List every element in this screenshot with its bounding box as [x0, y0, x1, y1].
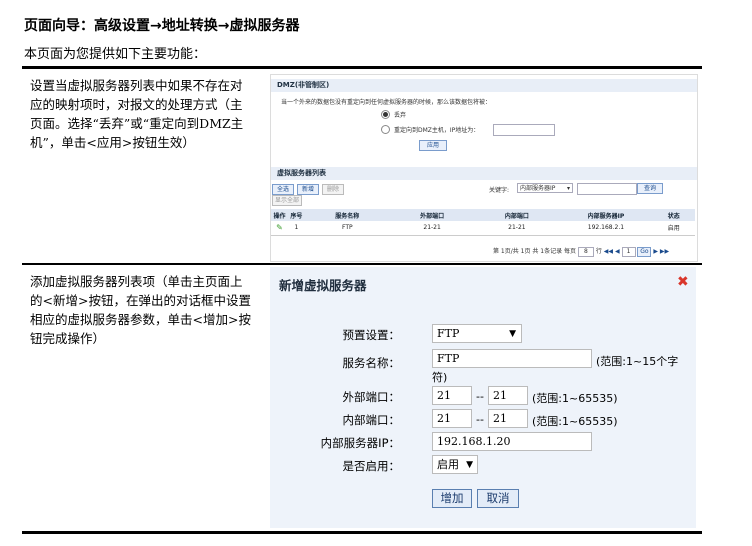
ext-port-hint: (范围:1~65535): [532, 392, 618, 405]
cell-index: 1: [294, 223, 299, 231]
edit-icon[interactable]: ✎: [271, 221, 288, 233]
cell-int-port: 21-21: [508, 223, 526, 231]
radio-drop[interactable]: [381, 110, 390, 119]
ext-port-separator: --: [476, 390, 484, 403]
col-ext-port: 外部端口: [389, 209, 475, 221]
add-button[interactable]: 新增: [297, 184, 319, 195]
select-all-button[interactable]: 全选: [272, 184, 294, 195]
enable-select-value: 启用: [437, 458, 459, 471]
pager: 第 1页/共 1页 共 1条记录 每页 8 行 ◀◀ ◀ 1 Go ▶ ▶▶: [493, 246, 669, 257]
add-server-dialog: 新增虚拟服务器 ✖ 预置设置： FTP ▼ 服务名称： FTP (范围:1~15…: [270, 267, 696, 528]
dmz-settings-panel: DMZ(非管制区) 当一个外来的数据包没有重定向到任何虚拟服务器的时候，那么该数…: [270, 74, 698, 262]
prev-page-icon[interactable]: ◀: [615, 248, 620, 255]
table-bottom-border: [271, 235, 695, 236]
server-ip-input[interactable]: 192.168.1.20: [432, 432, 592, 451]
page-number-input[interactable]: 1: [621, 247, 636, 257]
service-name-hint: (范围:1~15个字: [596, 355, 679, 368]
cancel-button[interactable]: 取消: [477, 489, 519, 508]
page-title: 页面向导：高级设置→地址转换→虚拟服务器: [24, 18, 300, 34]
row2-description: 添加虚拟服务器列表项（单击主页面上的<新增>按钮，在弹出的对话框中设置相应的虚拟…: [30, 274, 251, 346]
int-port-from-input[interactable]: 21: [432, 409, 472, 428]
next-page-icon[interactable]: ▶: [653, 248, 658, 255]
service-name-hint-wrap: 符): [432, 371, 448, 384]
add-submit-button[interactable]: 增加: [432, 489, 472, 508]
keyword-label: 关键字:: [489, 187, 510, 194]
preset-select[interactable]: FTP ▼: [432, 324, 522, 343]
col-action: 操作: [271, 209, 288, 221]
enable-select[interactable]: 启用 ▼: [432, 455, 478, 474]
list-section-title: 虚拟服务器列表: [271, 167, 697, 180]
delete-button[interactable]: 删除: [322, 184, 344, 195]
int-port-hint: (范围:1~65535): [532, 415, 618, 428]
chevron-down-icon: ▼: [509, 329, 516, 339]
preset-select-value: FTP: [437, 327, 460, 340]
cell-name: FTP: [341, 223, 353, 231]
row-divider: [22, 263, 702, 265]
go-button[interactable]: Go: [637, 247, 652, 257]
keyword-select[interactable]: 内部服务器IP ▾: [517, 183, 573, 193]
dmz-section-title: DMZ(非管制区): [271, 79, 697, 92]
service-name-input[interactable]: FTP: [432, 349, 592, 368]
int-port-label: 内部端口：: [342, 413, 401, 427]
cell-ext-port: 21-21: [423, 223, 441, 231]
dmz-description: 当一个外来的数据包没有重定向到任何虚拟服务器的时候，那么该数据包将被：: [281, 99, 492, 106]
dmz-ip-input[interactable]: [493, 124, 555, 136]
cell-status: 启用: [667, 224, 680, 232]
top-divider: [22, 66, 702, 69]
bottom-divider: [22, 531, 702, 534]
first-page-icon[interactable]: ◀◀: [604, 248, 613, 255]
pager-text: 第 1页/共 1页 共 1条记录 每页: [493, 248, 577, 255]
service-name-label: 服务名称：: [342, 356, 401, 370]
page-subtitle: 本页面为您提供如下主要功能：: [24, 47, 207, 62]
apply-button[interactable]: 应用: [419, 140, 447, 151]
col-status: 状态: [652, 209, 695, 221]
pager-size-input[interactable]: 8: [577, 247, 594, 257]
table-header-row: 操作 序号 服务名称 外部端口 内部端口 内部服务器IP 状态: [271, 209, 695, 221]
keyword-select-value: 内部服务器IP: [520, 185, 556, 192]
chevron-down-icon: ▼: [466, 460, 473, 470]
query-button[interactable]: 查询: [637, 183, 663, 194]
last-page-icon[interactable]: ▶▶: [660, 248, 669, 255]
enable-label: 是否启用：: [342, 459, 401, 473]
chevron-down-icon: ▾: [566, 185, 570, 192]
cell-server-ip: 192.168.2.1: [587, 223, 625, 231]
radio-redirect-label: 重定向到DMZ主机，IP地址为：: [394, 127, 480, 134]
virtual-server-table: 操作 序号 服务名称 外部端口 内部端口 内部服务器IP 状态 ✎ 1 FTP …: [271, 209, 695, 233]
col-name: 服务名称: [304, 209, 390, 221]
dialog-title: 新增虚拟服务器: [279, 278, 367, 293]
table-row: ✎ 1 FTP 21-21 21-21 192.168.2.1 启用: [271, 221, 695, 233]
col-server-ip: 内部服务器IP: [559, 209, 653, 221]
ext-port-to-input[interactable]: 21: [488, 386, 528, 405]
ext-port-from-input[interactable]: 21: [432, 386, 472, 405]
preset-label: 预置设置：: [342, 328, 401, 342]
radio-redirect[interactable]: [381, 125, 390, 134]
row1-description: 设置当虚拟服务器列表中如果不存在对应的映射项时，对报文的处理方式（主页面。选择“…: [30, 78, 244, 150]
server-ip-label: 内部服务器IP：: [320, 436, 400, 450]
radio-selected-dot: [383, 112, 388, 117]
show-all-button[interactable]: 显示全部: [272, 195, 302, 206]
pager-unit: 行: [595, 248, 602, 255]
close-icon[interactable]: ✖: [677, 274, 689, 290]
radio-drop-label: 丢弃: [394, 112, 407, 119]
col-index: 序号: [287, 209, 305, 221]
int-port-separator: --: [476, 413, 484, 426]
keyword-input[interactable]: [577, 183, 637, 195]
ext-port-label: 外部端口：: [342, 390, 401, 404]
int-port-to-input[interactable]: 21: [488, 409, 528, 428]
col-int-port: 内部端口: [474, 209, 560, 221]
